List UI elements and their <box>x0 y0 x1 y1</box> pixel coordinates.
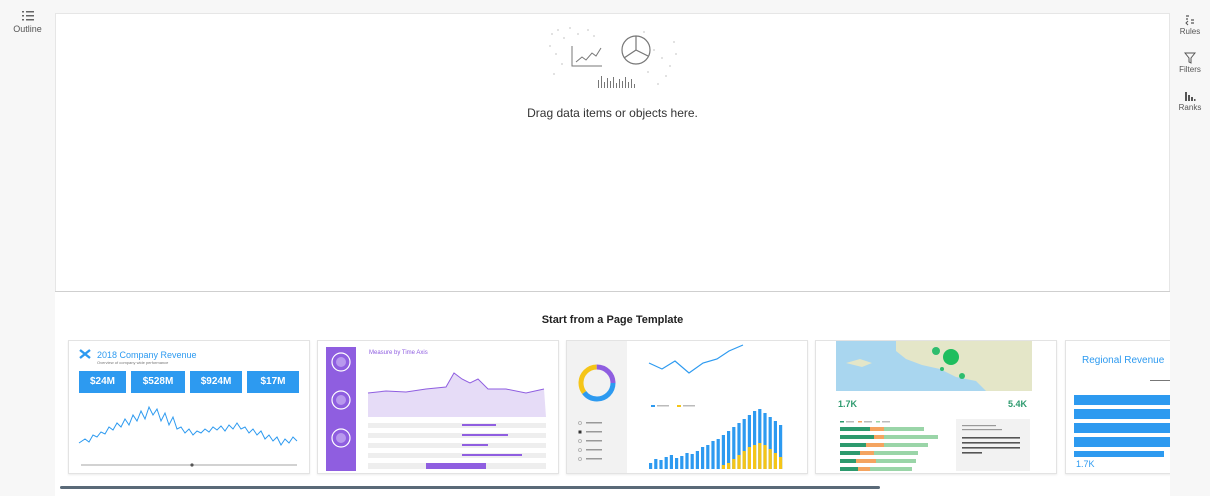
outline-label: Outline <box>13 24 42 34</box>
thumb-bar <box>680 456 684 469</box>
map-value-right: 5.4K <box>1008 399 1028 409</box>
drop-zone-text: Drag data items or objects here. <box>527 106 698 120</box>
stacked-bar-chart <box>649 409 783 469</box>
card-title: Regional Revenue <box>1082 355 1165 366</box>
thumb-bar-overlay <box>779 457 783 469</box>
thumb-bar <box>695 451 699 469</box>
kpi-tile: $924M <box>190 371 242 393</box>
card-title: 2018 Company Revenue <box>97 350 197 360</box>
page-template-panel: Start from a Page Template 2018 Company … <box>55 292 1170 496</box>
report-editor: Outline Rules Filters Ranks Drag data it… <box>0 0 1210 496</box>
left-rail: Outline <box>0 0 55 496</box>
thumb-bar-overlay <box>753 445 757 469</box>
template-card-regional-revenue[interactable]: Regional Revenue 1.7K <box>1065 340 1170 474</box>
template-carousel: 2018 Company Revenue Overview of company… <box>67 340 1170 478</box>
kpi-tile: $24M <box>79 371 126 393</box>
thumb-bar-overlay <box>737 455 741 469</box>
thumb-bar <box>721 435 725 469</box>
right-rail: Rules Filters Ranks <box>1170 0 1210 496</box>
thumb-bar <box>706 445 710 469</box>
filters-label: Filters <box>1179 65 1201 74</box>
rules-button[interactable]: Rules <box>1170 14 1210 36</box>
ranks-button[interactable]: Ranks <box>1170 90 1210 112</box>
thumb-bar <box>701 447 705 469</box>
thumb-bar-overlay <box>768 449 772 469</box>
thumb-bar-overlay <box>732 459 736 469</box>
thumb-bar-overlay <box>727 463 731 469</box>
thumb-bar <box>664 457 668 469</box>
thumb-bar-overlay <box>747 447 751 469</box>
thumb-bar <box>690 454 694 469</box>
thumb-bar <box>669 455 673 469</box>
ranks-label: Ranks <box>1178 103 1202 112</box>
card-title: Measure by Time Axis <box>369 350 428 356</box>
report-canvas[interactable]: Drag data items or objects here. <box>55 13 1170 291</box>
thumb-bar <box>654 459 658 469</box>
thumb-bar <box>716 439 720 469</box>
thumb-bar-overlay <box>742 451 746 469</box>
map-graphic <box>836 341 1032 391</box>
template-card-measure-by-time[interactable]: Measure by Time Axis <box>317 340 559 474</box>
area-chart <box>367 372 546 469</box>
thumb-bar <box>675 458 679 469</box>
thumb-bar-overlay <box>763 445 767 469</box>
template-card-donut-bars[interactable] <box>566 340 808 474</box>
rules-icon <box>1185 15 1194 26</box>
regional-bar-chart <box>1074 380 1170 457</box>
template-card-map[interactable]: 1.7K 5.4K <box>815 340 1057 474</box>
thumb-bar-overlay <box>721 465 725 469</box>
map-value-left: 1.7K <box>838 399 858 409</box>
rules-label: Rules <box>1179 27 1201 36</box>
circle-icons <box>331 352 351 448</box>
thumb-bar-overlay <box>773 453 777 469</box>
sparkline-chart <box>78 405 298 467</box>
template-panel-title: Start from a Page Template <box>541 314 684 326</box>
thumb-bar <box>685 453 689 469</box>
regional-value: 1.7K <box>1076 459 1095 469</box>
drop-zone-graphic-icon <box>549 27 677 88</box>
outline-icon <box>21 11 34 21</box>
ranks-icon <box>1185 92 1196 101</box>
outline-button[interactable]: Outline <box>0 0 55 34</box>
template-carousel-scrollbar[interactable] <box>60 486 880 489</box>
thumb-bar-overlay <box>758 443 762 469</box>
card-subtitle: Overview of company wide performance <box>97 360 169 365</box>
filter-icon <box>1184 52 1196 64</box>
thumb-bar <box>649 463 653 469</box>
hbar-chart <box>840 419 1030 471</box>
logo-icon <box>79 349 91 359</box>
kpi-tile: $528M <box>131 371 185 393</box>
thumb-bar <box>711 441 715 469</box>
filters-button[interactable]: Filters <box>1170 52 1210 74</box>
template-card-company-revenue[interactable]: 2018 Company Revenue Overview of company… <box>68 340 310 474</box>
thumb-bar <box>659 460 663 469</box>
kpi-tile: $17M <box>247 371 299 393</box>
